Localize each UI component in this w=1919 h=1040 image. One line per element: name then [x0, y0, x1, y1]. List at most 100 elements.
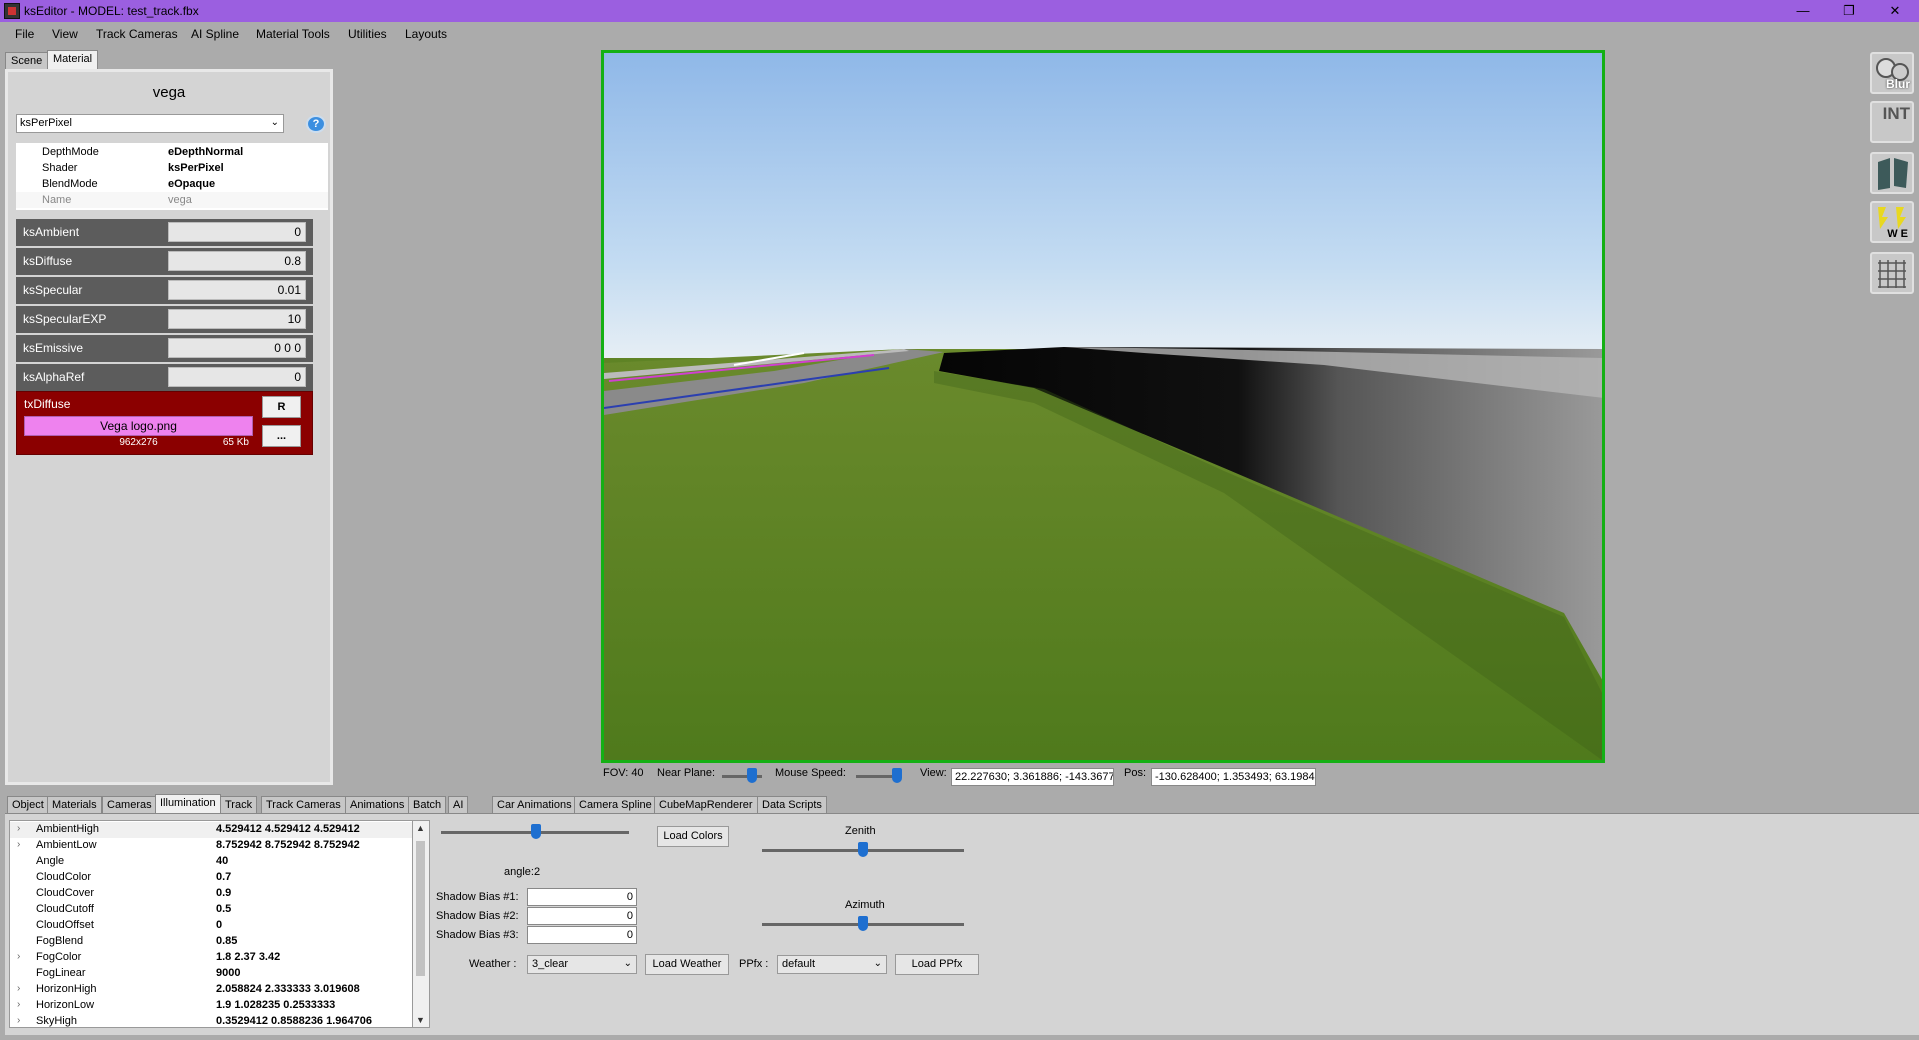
zenith-slider-thumb[interactable] — [858, 842, 868, 857]
tab-cube-map-renderer[interactable]: CubeMapRenderer — [654, 796, 758, 813]
tab-illumination[interactable]: Illumination — [155, 794, 221, 813]
list-item[interactable]: CloudOffset 0 — [10, 918, 412, 934]
property-row[interactable]: Name vega — [16, 192, 328, 208]
expand-icon[interactable]: › — [17, 1015, 20, 1026]
menu-track-cameras[interactable]: Track Cameras — [96, 27, 178, 41]
angle-slider-thumb[interactable] — [531, 824, 541, 839]
load-ppfx-button[interactable]: Load PPfx — [895, 954, 979, 975]
tab-ai[interactable]: AI — [448, 796, 469, 813]
tab-batch[interactable]: Batch — [408, 796, 447, 813]
texture-file-button[interactable]: Vega logo.png — [24, 416, 253, 436]
illumination-property-list: › AmbientHigh 4.529412 4.529412 4.529412… — [9, 820, 413, 1028]
param-ks-specular: ksSpecular 0.01 — [16, 277, 313, 304]
scrollbar-thumb[interactable] — [416, 841, 425, 976]
menu-file[interactable]: File — [15, 27, 34, 41]
shadow-bias-1-label: Shadow Bias #1: — [436, 891, 519, 903]
param-value-input[interactable]: 0 — [168, 222, 306, 242]
tab-cameras[interactable]: Cameras — [102, 796, 157, 813]
tab-track-cameras[interactable]: Track Cameras — [261, 796, 346, 813]
tab-car-animations[interactable]: Car Animations — [492, 796, 577, 813]
mouse-speed-slider-thumb[interactable] — [892, 768, 902, 783]
pos-label: Pos: — [1124, 767, 1147, 779]
view-vector-input[interactable]: 22.227630; 3.361886; -143.36770 — [951, 768, 1114, 786]
param-ks-specular-exp: ksSpecularEXP 10 — [16, 306, 313, 333]
param-value-input[interactable]: 0 — [168, 367, 306, 387]
property-row[interactable]: DepthMode eDepthNormal — [16, 144, 328, 160]
shader-select[interactable]: ksPerPixel ⌄ — [16, 114, 284, 133]
tab-material[interactable]: Material — [47, 50, 99, 69]
param-value-input[interactable]: 10 — [168, 309, 306, 329]
list-item[interactable]: › AmbientHigh 4.529412 4.529412 4.529412 — [10, 822, 412, 838]
expand-icon[interactable]: › — [17, 999, 20, 1010]
property-key: BlendMode — [42, 178, 98, 190]
mouse-speed-label: Mouse Speed: — [775, 767, 846, 779]
param-ks-emissive: ksEmissive 0 0 0 — [16, 335, 313, 362]
list-item[interactable]: Angle 40 — [10, 854, 412, 870]
property-value: eDepthNormal — [168, 146, 244, 158]
list-item[interactable]: › HorizonLow 1.9 1.028235 0.2533333 — [10, 998, 412, 1014]
expand-icon[interactable]: › — [17, 983, 20, 994]
tab-object[interactable]: Object — [7, 796, 49, 813]
window-title: ksEditor - MODEL: test_track.fbx — [24, 4, 199, 18]
list-item[interactable]: CloudColor 0.7 — [10, 870, 412, 886]
shadow-bias-1-input[interactable]: 0 — [527, 888, 637, 906]
int-tool-button[interactable]: INT — [1870, 101, 1914, 143]
param-value-input[interactable]: 0.8 — [168, 251, 306, 271]
weather-select[interactable]: 3_clear ⌄ — [527, 955, 637, 974]
menu-material-tools[interactable]: Material Tools — [256, 27, 330, 41]
expand-icon[interactable]: › — [17, 823, 20, 834]
shadow-bias-3-input[interactable]: 0 — [527, 926, 637, 944]
grid-tool-button[interactable] — [1870, 252, 1914, 294]
load-colors-button[interactable]: Load Colors — [657, 826, 729, 847]
pos-vector-input[interactable]: -130.628400; 1.353493; 63.198420 — [1151, 768, 1316, 786]
list-item[interactable]: FogBlend 0.85 — [10, 934, 412, 950]
blur-tool-button[interactable]: Blur — [1870, 52, 1914, 94]
shadow-bias-2-input[interactable]: 0 — [527, 907, 637, 925]
3d-viewport[interactable] — [601, 50, 1605, 763]
list-item[interactable]: › SkyHigh 0.3529412 0.8588236 1.964706 — [10, 1014, 412, 1027]
texture-slot-tx-diffuse: txDiffuse Vega logo.png 962x276 65 Kb R … — [16, 391, 313, 455]
illum-value: 9000 — [216, 967, 241, 979]
azimuth-slider-thumb[interactable] — [858, 916, 868, 931]
tab-camera-spline[interactable]: Camera Spline — [574, 796, 657, 813]
list-item[interactable]: CloudCutoff 0.5 — [10, 902, 412, 918]
illum-value: 0.5 — [216, 903, 232, 915]
expand-icon[interactable]: › — [17, 839, 20, 850]
tab-track[interactable]: Track — [220, 796, 258, 813]
menu-ai-spline[interactable]: AI Spline — [191, 27, 239, 41]
param-value-input[interactable]: 0 0 0 — [168, 338, 306, 358]
close-button[interactable]: ✕ — [1872, 0, 1918, 22]
list-item[interactable]: › AmbientLow 8.752942 8.752942 8.752942 — [10, 838, 412, 854]
param-value-input[interactable]: 0.01 — [168, 280, 306, 300]
scroll-up-icon[interactable]: ▲ — [416, 823, 425, 833]
load-weather-button[interactable]: Load Weather — [645, 954, 729, 975]
menu-layouts[interactable]: Layouts — [405, 27, 447, 41]
expand-icon[interactable]: › — [17, 951, 20, 962]
weather-tool-button[interactable]: W E — [1870, 201, 1914, 243]
list-item[interactable]: › FogColor 1.8 2.37 3.42 — [10, 950, 412, 966]
tab-scene[interactable]: Scene — [5, 52, 49, 69]
grid-icon — [1878, 260, 1906, 288]
tab-animations[interactable]: Animations — [345, 796, 410, 813]
list-item[interactable]: CloudCover 0.9 — [10, 886, 412, 902]
near-plane-slider-thumb[interactable] — [747, 768, 757, 783]
texture-reload-button[interactable]: R — [262, 396, 301, 418]
scroll-down-icon[interactable]: ▼ — [416, 1015, 425, 1025]
list-item[interactable]: FogLinear 9000 — [10, 966, 412, 982]
list-item[interactable]: › HorizonHigh 2.058824 2.333333 3.019608 — [10, 982, 412, 998]
panels-tool-button[interactable] — [1870, 152, 1914, 194]
tab-materials[interactable]: Materials — [47, 796, 102, 813]
property-row[interactable]: Shader ksPerPixel — [16, 160, 328, 176]
ppfx-select[interactable]: default ⌄ — [777, 955, 887, 974]
illum-key: CloudCover — [36, 887, 95, 899]
restore-button[interactable]: ❐ — [1826, 0, 1872, 22]
illumination-list-scrollbar[interactable]: ▲ ▼ — [413, 820, 430, 1028]
menu-utilities[interactable]: Utilities — [348, 27, 387, 41]
menu-view[interactable]: View — [52, 27, 78, 41]
texture-browse-button[interactable]: ... — [262, 425, 301, 447]
property-row[interactable]: BlendMode eOpaque — [16, 176, 328, 192]
minimize-button[interactable]: — — [1780, 0, 1826, 22]
shadow-bias-3-label: Shadow Bias #3: — [436, 929, 519, 941]
tab-data-scripts[interactable]: Data Scripts — [757, 796, 827, 813]
help-icon[interactable]: ? — [306, 115, 326, 133]
